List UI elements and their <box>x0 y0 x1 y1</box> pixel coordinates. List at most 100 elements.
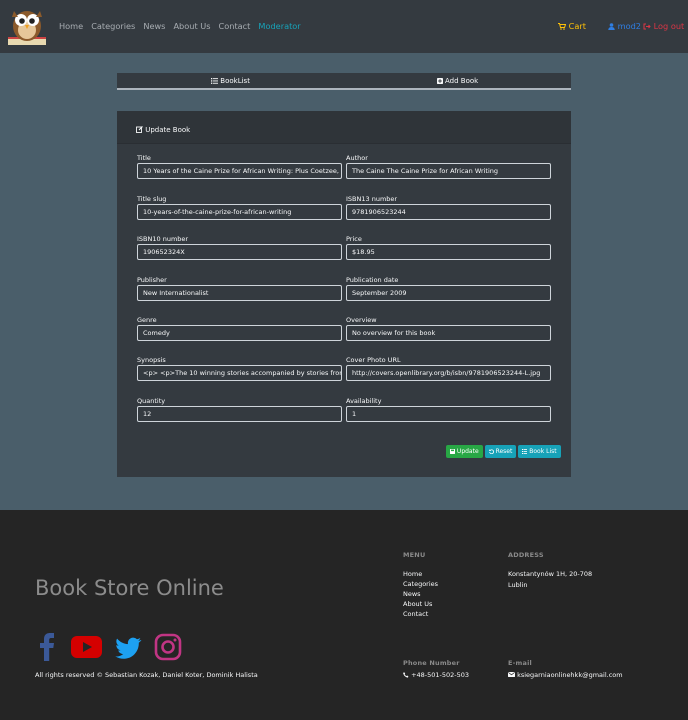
edit-icon <box>136 126 143 133</box>
synopsis-input[interactable]: <p> <p>The 10 winning stories accompanie… <box>137 365 342 381</box>
book-list-button[interactable]: Book List <box>518 445 561 458</box>
footer: Book Store Online All rights reserved © … <box>0 510 688 720</box>
availability-input[interactable]: 1 <box>346 406 551 422</box>
tab-add-book[interactable]: Add Book <box>344 73 571 88</box>
footer-menu-categories[interactable]: Categories <box>403 580 438 588</box>
instagram-icon[interactable] <box>154 633 182 661</box>
logout-icon <box>643 23 651 30</box>
phone-number: +48-501-502-503 <box>403 671 469 679</box>
footer-menu-contact[interactable]: Contact <box>403 610 428 618</box>
undo-icon <box>488 448 494 454</box>
tab-booklist[interactable]: BookList <box>117 73 344 88</box>
overview-label: Overview <box>346 316 377 324</box>
isbn10-label: ISBN10 number <box>137 235 189 243</box>
update-label: Update <box>456 448 479 455</box>
genre-label: Genre <box>137 316 157 324</box>
address-line-2: Lublin <box>508 581 528 589</box>
user-label: mod2 <box>617 21 642 31</box>
list-icon <box>211 77 219 84</box>
field-publication-date: Publication date September 2009 <box>346 276 551 301</box>
field-publisher: Publisher New Internationalist <box>137 276 342 301</box>
phone-heading: Phone Number <box>403 659 460 667</box>
user-icon <box>608 23 615 30</box>
navbar: Home Categories News About Us Contact Mo… <box>0 0 688 53</box>
field-author: Author The Caine The Caine Prize for Afr… <box>346 154 551 179</box>
list-icon <box>522 448 528 454</box>
price-label: Price <box>346 235 362 243</box>
email-address[interactable]: ksiegarniaonlinehkk@gmail.com <box>508 671 623 679</box>
youtube-icon[interactable] <box>71 636 102 658</box>
cart-link[interactable]: Cart <box>558 21 586 31</box>
owl-logo-icon[interactable] <box>6 5 48 47</box>
field-availability: Availability 1 <box>346 397 551 422</box>
availability-label: Availability <box>346 397 382 405</box>
card-title: Update Book <box>145 126 191 134</box>
genre-input[interactable]: Comedy <box>137 325 342 341</box>
email-value: ksiegarniaonlinehkk@gmail.com <box>517 671 623 679</box>
title-input[interactable]: 10 Years of the Caine Prize for African … <box>137 163 342 179</box>
field-price: Price $18.95 <box>346 235 551 260</box>
synopsis-label: Synopsis <box>137 356 166 364</box>
field-cover-photo-url: Cover Photo URL http://covers.openlibrar… <box>346 356 551 381</box>
copyright: All rights reserved © Sebastian Kozak, D… <box>35 671 258 679</box>
field-isbn10: ISBN10 number 190652324X <box>137 235 342 260</box>
social-links <box>38 632 198 664</box>
logout-label: Log out <box>653 21 685 31</box>
isbn13-input[interactable]: 9781906523244 <box>346 204 551 220</box>
logout-link[interactable]: Log out <box>643 21 684 31</box>
address-line-1: Konstantynów 1H, 20-708 <box>508 570 593 578</box>
quantity-label: Quantity <box>137 397 166 405</box>
nav-home[interactable]: Home <box>59 21 83 31</box>
tab-booklist-label: BookList <box>220 77 250 85</box>
field-synopsis: Synopsis <p> <p>The 10 winning stories a… <box>137 356 342 381</box>
update-button[interactable]: Update <box>446 445 483 458</box>
tab-add-book-label: Add Book <box>445 77 479 85</box>
title-slug-label: Title slug <box>137 195 167 203</box>
overview-input[interactable]: No overview for this book <box>346 325 551 341</box>
title-slug-input[interactable]: 10-years-of-the-caine-prize-for-african-… <box>137 204 342 220</box>
save-icon <box>450 448 455 454</box>
publisher-label: Publisher <box>137 276 167 284</box>
publication-date-input[interactable]: September 2009 <box>346 285 551 301</box>
cart-icon <box>558 23 567 30</box>
field-quantity: Quantity 12 <box>137 397 342 422</box>
isbn13-label: ISBN13 number <box>346 195 398 203</box>
update-book-card: Update Book Title 10 Years of the Caine … <box>117 111 571 477</box>
footer-menu-about-us[interactable]: About Us <box>403 600 432 608</box>
book-tabs: BookList Add Book <box>117 73 571 90</box>
field-overview: Overview No overview for this book <box>346 316 551 341</box>
cart-label: Cart <box>568 21 586 31</box>
facebook-icon[interactable] <box>40 633 54 661</box>
cover-photo-url-label: Cover Photo URL <box>346 356 401 364</box>
publisher-input[interactable]: New Internationalist <box>137 285 342 301</box>
reset-button[interactable]: Reset <box>484 445 517 458</box>
nav-moderator[interactable]: Moderator <box>258 21 300 31</box>
title-label: Title <box>137 154 151 162</box>
footer-brand: Book Store Online <box>35 576 224 600</box>
field-title: Title 10 Years of the Caine Prize for Af… <box>137 154 342 179</box>
envelope-icon <box>508 672 515 677</box>
footer-menu-home[interactable]: Home <box>403 570 422 578</box>
plus-square-icon <box>436 77 443 84</box>
form-buttons: Update Reset Book List <box>446 445 561 458</box>
author-input[interactable]: The Caine The Caine Prize for African Wr… <box>346 163 551 179</box>
price-input[interactable]: $18.95 <box>346 244 551 260</box>
quantity-input[interactable]: 12 <box>137 406 342 422</box>
phone-icon <box>403 671 409 678</box>
footer-menu-news[interactable]: News <box>403 590 421 598</box>
nav-contact[interactable]: Contact <box>219 21 251 31</box>
nav-about-us[interactable]: About Us <box>173 21 210 31</box>
field-title-slug: Title slug 10-years-of-the-caine-prize-f… <box>137 195 342 220</box>
cover-photo-url-input[interactable]: http://covers.openlibrary.org/b/isbn/978… <box>346 365 551 381</box>
nav-categories[interactable]: Categories <box>91 21 135 31</box>
isbn10-input[interactable]: 190652324X <box>137 244 342 260</box>
publication-date-label: Publication date <box>346 276 399 284</box>
nav-news[interactable]: News <box>143 21 165 31</box>
email-heading: E-mail <box>508 659 532 667</box>
reset-label: Reset <box>495 448 513 455</box>
field-isbn13: ISBN13 number 9781906523244 <box>346 195 551 220</box>
user-link[interactable]: mod2 <box>608 21 641 31</box>
twitter-icon[interactable] <box>115 637 142 659</box>
nav-links: Home Categories News About Us Contact Mo… <box>59 21 309 31</box>
card-header: Update Book <box>117 111 571 144</box>
